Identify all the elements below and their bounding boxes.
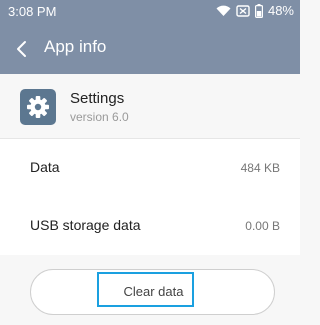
app-header: Settings version 6.0 xyxy=(0,74,300,138)
row-label: USB storage data xyxy=(30,217,141,233)
wifi-icon xyxy=(216,5,231,16)
app-version: version 6.0 xyxy=(70,110,129,124)
status-bar: 3:08 PM 48% xyxy=(0,0,300,24)
sim-off-icon xyxy=(236,4,250,17)
status-icons: 48% xyxy=(216,3,294,18)
row-value: 484 KB xyxy=(240,161,280,175)
row-label: Data xyxy=(30,159,60,175)
storage-row-data: Data 484 KB xyxy=(0,139,300,197)
battery-icon xyxy=(254,3,263,18)
back-icon[interactable] xyxy=(14,39,30,59)
storage-list: Data 484 KB USB storage data 0.00 B xyxy=(0,139,300,255)
row-value: 0.00 B xyxy=(245,219,280,233)
app-bar: App info xyxy=(0,24,300,74)
status-time: 3:08 PM xyxy=(8,4,57,19)
storage-row-usb: USB storage data 0.00 B xyxy=(0,197,300,255)
highlight-box xyxy=(97,272,194,307)
app-name: Settings xyxy=(70,90,125,107)
gear-icon xyxy=(20,89,56,125)
battery-percentage: 48% xyxy=(267,3,294,18)
page-title: App info xyxy=(44,37,107,56)
